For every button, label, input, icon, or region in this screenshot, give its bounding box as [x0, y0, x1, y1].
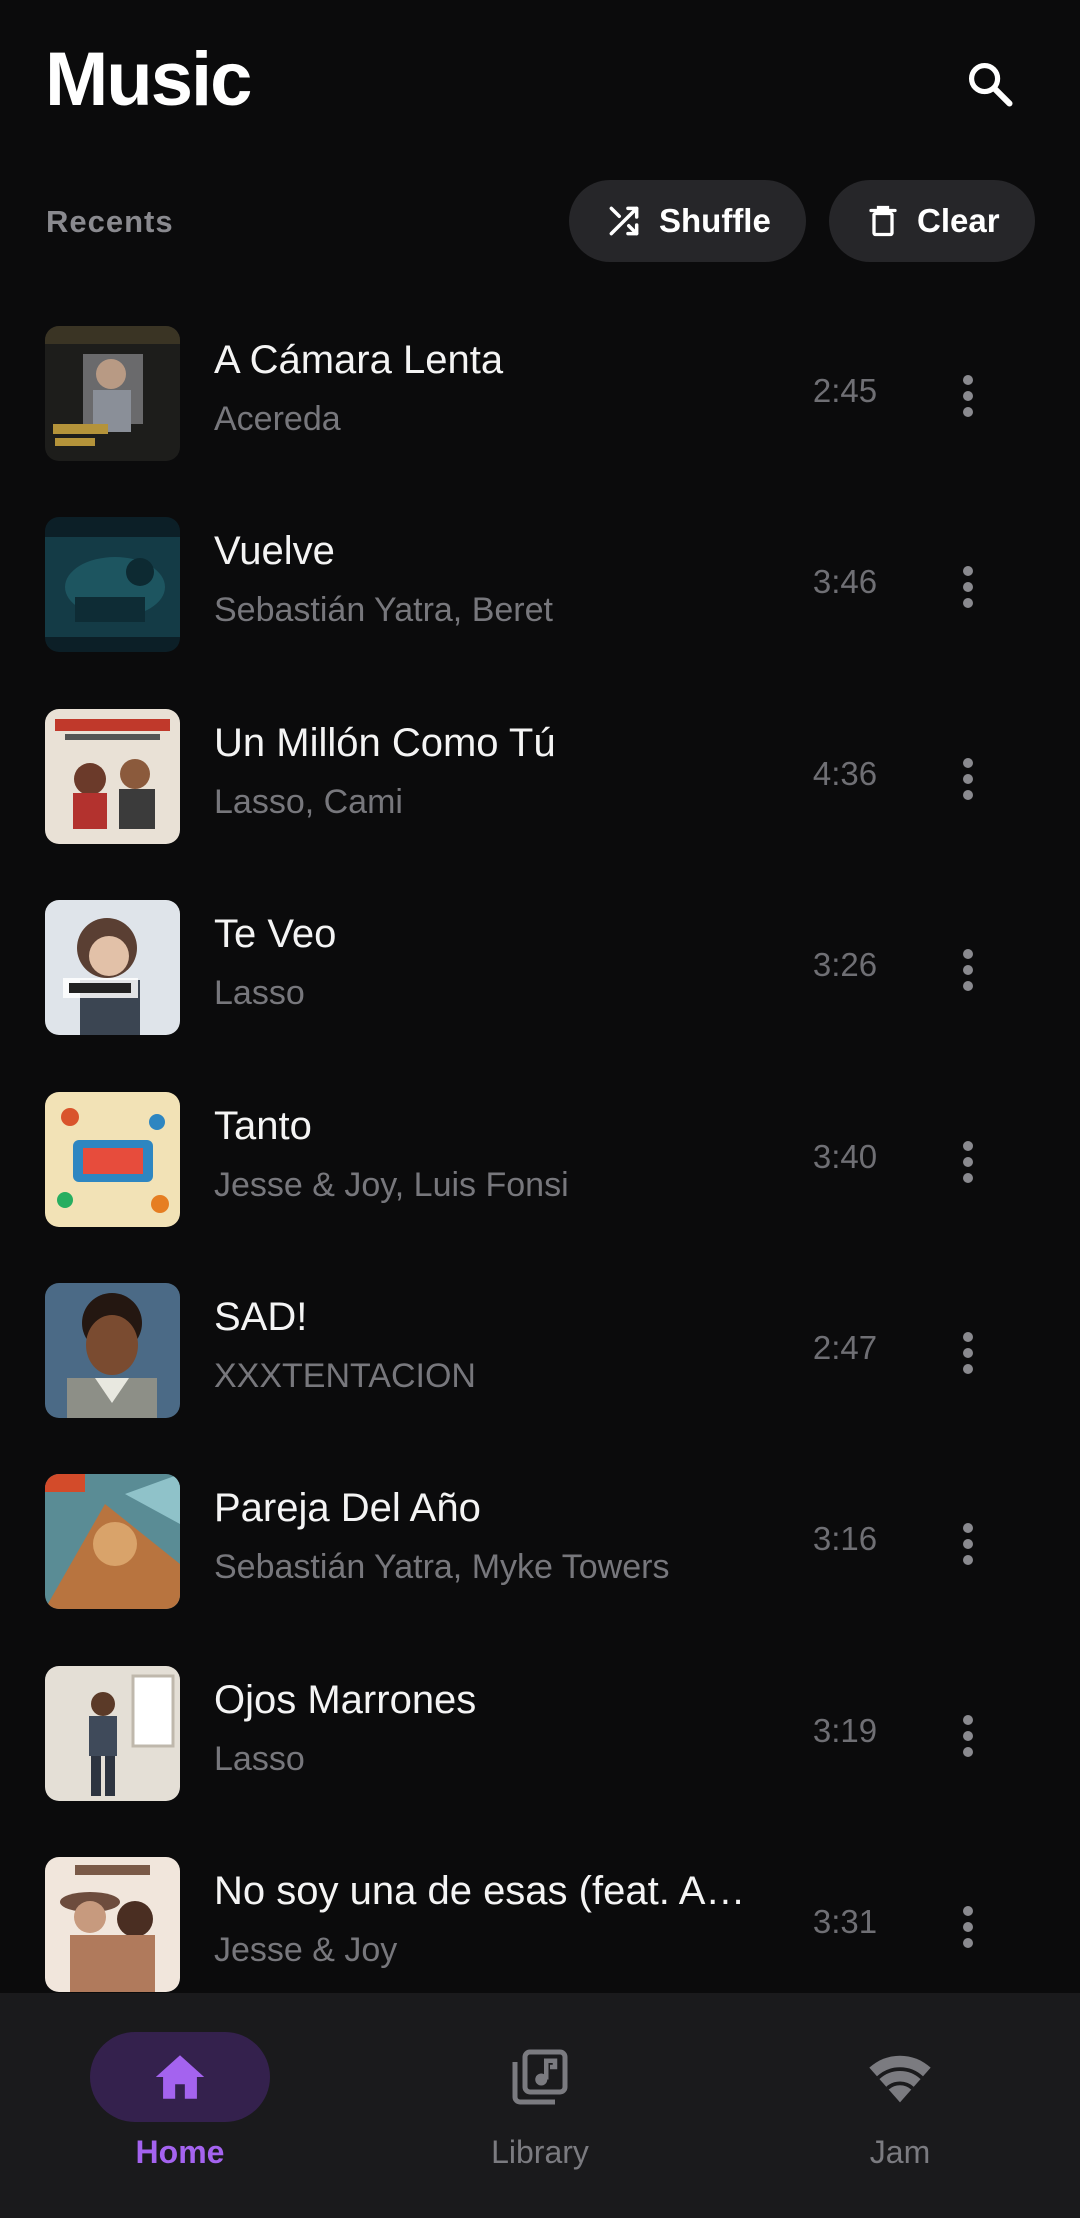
bottom-navigation: Home Library Jam — [0, 1993, 1080, 2218]
list-item[interactable]: Tanto Jesse & Joy, Luis Fonsi 3:40 — [0, 1084, 1080, 1275]
list-item[interactable]: SAD! XXXTENTACION 2:47 — [0, 1275, 1080, 1466]
music-screen: Music Recents Shuffle Clear A Cámara Len… — [0, 0, 1080, 2218]
song-title: Tanto — [214, 1103, 312, 1148]
song-title: Te Veo — [214, 912, 337, 957]
wifi-icon — [869, 2055, 931, 2103]
song-duration: 4:36 — [812, 754, 878, 792]
song-artist: Acereda — [214, 400, 341, 438]
album-art — [45, 1474, 180, 1610]
trash-icon — [869, 205, 897, 237]
more-vert-icon — [963, 1331, 973, 1374]
song-duration: 3:16 — [812, 1520, 878, 1558]
more-options-button[interactable] — [938, 739, 998, 819]
song-duration: 3:31 — [812, 1903, 878, 1941]
album-art — [45, 1857, 180, 1993]
more-options-button[interactable] — [938, 1122, 998, 1202]
album-art — [45, 1091, 180, 1227]
song-duration: 2:47 — [812, 1328, 878, 1366]
song-artist: Jesse & Joy — [214, 1931, 398, 1970]
more-options-button[interactable] — [938, 1313, 998, 1393]
clear-button[interactable]: Clear — [829, 180, 1035, 262]
list-item[interactable]: Pareja Del Año Sebastián Yatra, Myke Tow… — [0, 1466, 1080, 1657]
album-art — [45, 326, 180, 461]
shuffle-button[interactable]: Shuffle — [569, 180, 806, 262]
more-options-button[interactable] — [938, 1504, 998, 1584]
recents-label: Recents — [46, 204, 174, 239]
list-item[interactable]: Vuelve Sebastián Yatra, Beret 3:46 — [0, 509, 1080, 700]
more-options-button[interactable] — [938, 1887, 998, 1967]
song-title: Vuelve — [214, 529, 335, 574]
album-art — [45, 900, 180, 1036]
song-duration: 2:45 — [812, 372, 878, 409]
nav-label: Jam — [869, 2134, 931, 2170]
nav-home[interactable]: Home — [0, 1993, 360, 2218]
shuffle-label: Shuffle — [659, 202, 771, 239]
nav-label: Home — [135, 2134, 225, 2170]
song-title: A Cámara Lenta — [214, 338, 504, 382]
search-icon — [968, 62, 1013, 107]
album-art — [45, 708, 180, 844]
song-title: Pareja Del Año — [214, 1486, 481, 1531]
song-artist: XXXTENTACION — [214, 1356, 476, 1395]
song-artist: Lasso, Cami — [214, 782, 403, 821]
song-duration: 3:26 — [812, 946, 878, 984]
song-artist: Sebastián Yatra, Beret — [214, 591, 553, 630]
list-item[interactable]: Un Millón Como Tú Lasso, Cami 4:36 — [0, 701, 1080, 892]
more-options-button[interactable] — [938, 1696, 998, 1776]
song-artist: Lasso — [214, 974, 305, 1013]
nav-indicator — [810, 2032, 990, 2122]
search-button[interactable] — [950, 44, 1030, 124]
recents-list: A Cámara Lenta Acereda 2:45 Vuelve Sebas… — [0, 318, 1080, 2041]
clear-label: Clear — [917, 202, 1000, 239]
more-vert-icon — [963, 757, 973, 800]
library-music-icon — [512, 2049, 568, 2105]
song-artist: Lasso — [214, 1739, 305, 1778]
home-icon — [155, 2055, 205, 2099]
song-artist: Jesse & Joy, Luis Fonsi — [214, 1165, 569, 1204]
page-title: Music — [45, 37, 252, 122]
list-item[interactable]: A Cámara Lenta Acereda 2:45 — [0, 318, 1080, 509]
more-vert-icon — [963, 375, 973, 417]
more-vert-icon — [963, 1140, 973, 1183]
song-duration: 3:19 — [812, 1711, 878, 1749]
song-title: SAD! — [214, 1294, 308, 1339]
nav-indicator — [450, 2032, 630, 2122]
album-art — [45, 517, 180, 653]
album-art — [45, 1282, 180, 1418]
song-duration: 3:46 — [812, 563, 878, 601]
song-title: Un Millón Como Tú — [214, 720, 556, 765]
app-header: Music — [0, 0, 1080, 160]
more-options-button[interactable] — [938, 547, 998, 627]
song-duration: 3:40 — [812, 1137, 878, 1175]
shuffle-icon — [609, 206, 639, 236]
album-art — [45, 1665, 180, 1801]
more-vert-icon — [963, 1906, 973, 1949]
list-item[interactable]: Ojos Marrones Lasso 3:19 — [0, 1658, 1080, 1849]
more-vert-icon — [963, 1523, 973, 1566]
nav-library[interactable]: Library — [360, 1993, 720, 2218]
more-options-button[interactable] — [938, 930, 998, 1010]
nav-indicator — [90, 2032, 270, 2122]
more-vert-icon — [963, 1714, 973, 1757]
more-vert-icon — [963, 566, 973, 609]
song-artist: Sebastián Yatra, Myke Towers — [214, 1548, 670, 1587]
more-options-button[interactable] — [938, 356, 998, 436]
nav-jam[interactable]: Jam — [720, 1993, 1080, 2218]
nav-label: Library — [491, 2134, 589, 2170]
song-title: Ojos Marrones — [214, 1677, 477, 1722]
more-vert-icon — [963, 949, 973, 992]
song-title: No soy una de esas (feat. A… — [214, 1869, 746, 1914]
list-item[interactable]: Te Veo Lasso 3:26 — [0, 892, 1080, 1083]
